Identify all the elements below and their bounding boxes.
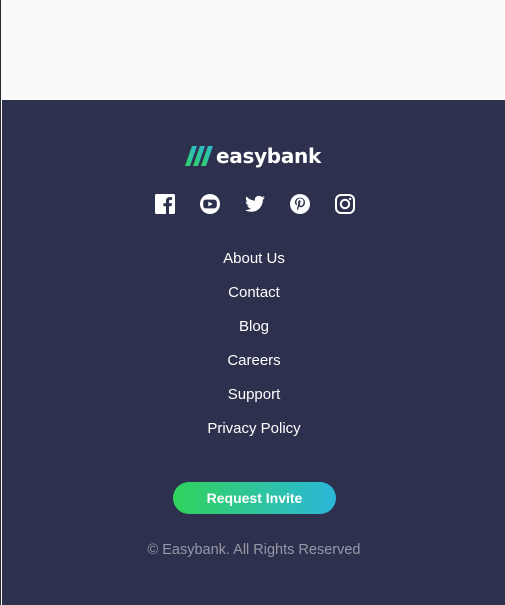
list-item: Blog <box>2 316 505 350</box>
logo-mark-icon <box>185 146 213 166</box>
copyright-text: © Easybank. All Rights Reserved <box>147 542 361 558</box>
pinterest-icon[interactable] <box>289 193 311 215</box>
footer: easybank About Us Contact Blog Careers S… <box>2 100 505 605</box>
list-item: Privacy Policy <box>2 418 505 452</box>
support-link[interactable]: Support <box>228 386 281 403</box>
list-item: Support <box>2 384 505 418</box>
facebook-icon[interactable] <box>154 193 176 215</box>
contact-link[interactable]: Contact <box>228 284 280 301</box>
twitter-icon[interactable] <box>244 193 266 215</box>
list-item: Careers <box>2 350 505 384</box>
youtube-icon[interactable] <box>199 193 221 215</box>
request-invite-button[interactable]: Request Invite <box>173 482 336 514</box>
logo-text: easybank <box>216 144 321 168</box>
easybank-logo[interactable]: easybank <box>185 144 321 168</box>
instagram-icon[interactable] <box>334 193 356 215</box>
about-us-link[interactable]: About Us <box>223 250 285 267</box>
social-links <box>154 193 356 215</box>
careers-link[interactable]: Careers <box>227 352 280 369</box>
privacy-policy-link[interactable]: Privacy Policy <box>207 420 300 437</box>
list-item: Contact <box>2 282 505 316</box>
page: easybank About Us Contact Blog Careers S… <box>0 0 505 605</box>
page-content-area <box>2 0 505 100</box>
blog-link[interactable]: Blog <box>239 318 269 335</box>
list-item: About Us <box>2 248 505 282</box>
footer-links: About Us Contact Blog Careers Support Pr… <box>2 248 505 452</box>
